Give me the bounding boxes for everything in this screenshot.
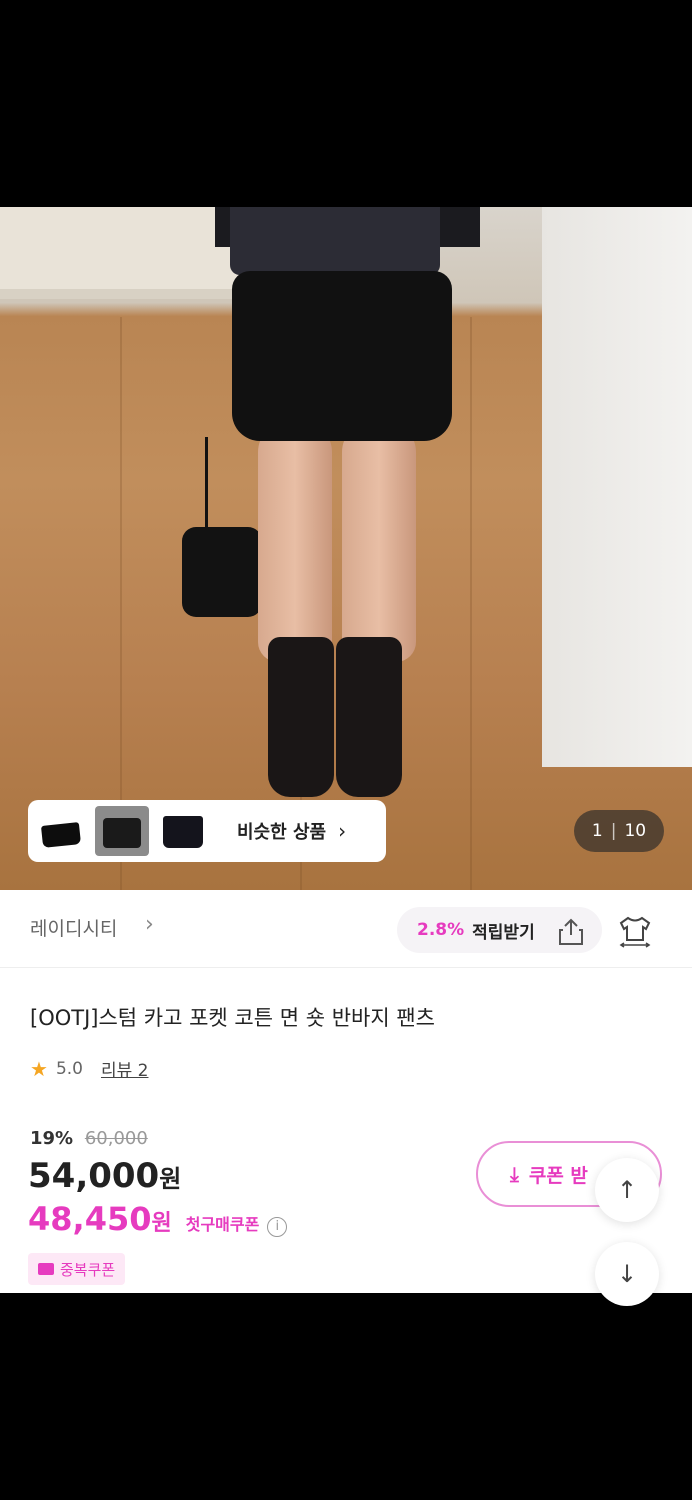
tshirt-icon[interactable]: [617, 914, 653, 950]
coupon-price: 48,450 원 첫구매쿠폰 i: [28, 1200, 288, 1238]
coupon-price-value: 48,450: [28, 1200, 152, 1238]
shorts-figure: [232, 271, 452, 441]
counter-current: 1: [591, 821, 603, 841]
duplicate-coupon-label: 중복쿠폰: [60, 1260, 116, 1279]
ticket-icon: [38, 1263, 54, 1275]
first-purchase-coupon-label: 첫구매쿠폰: [185, 1215, 260, 1234]
counter-total: 10: [624, 821, 647, 841]
info-icon[interactable]: i: [267, 1217, 288, 1237]
duplicate-coupon-badge: 중복쿠폰: [28, 1253, 126, 1285]
store-name[interactable]: 레이디시티: [30, 914, 117, 941]
similar-thumb: [156, 806, 210, 856]
points-rate: 2.8%: [417, 920, 465, 940]
original-price: 60,000: [84, 1128, 148, 1149]
counter-separator: |: [610, 821, 617, 841]
similar-label: 비슷한 상품: [237, 822, 327, 843]
similar-products-chip[interactable]: 비슷한 상품 ›: [28, 800, 386, 862]
coupon-price-unit: 원: [151, 1211, 172, 1236]
sale-price: 54,000원: [28, 1156, 181, 1196]
arrow-down-icon: ↓: [616, 1260, 638, 1288]
arrow-up-icon: ↑: [616, 1176, 638, 1204]
product-title: [OOTJ]스텀 카고 포켓 코튼 면 숏 반바지 팬츠: [30, 1006, 435, 1030]
chevron-right-icon: ›: [338, 819, 347, 843]
image-counter: 1 | 10: [574, 810, 664, 852]
sale-price-unit: 원: [159, 1165, 182, 1193]
discount-percent: 19%: [30, 1128, 74, 1149]
share-icon[interactable]: [558, 918, 584, 946]
scroll-bottom-button[interactable]: ↓: [595, 1242, 659, 1306]
download-icon: ⤓: [510, 1162, 519, 1186]
star-icon: ★: [30, 1056, 48, 1081]
scroll-top-button[interactable]: ↑: [595, 1158, 659, 1222]
review-link[interactable]: 리뷰 2: [101, 1056, 149, 1081]
product-image[interactable]: [0, 207, 692, 890]
store-row: 레이디시티 › 2.8% 적립받기: [0, 890, 692, 968]
background-sofa: [0, 207, 245, 299]
points-label: 적립받기: [472, 922, 535, 943]
discount-row: 19% 60,000: [30, 1128, 148, 1149]
rating-row: ★ 5.0 리뷰 2: [30, 1056, 149, 1082]
background-wall: [542, 207, 692, 767]
screen: 비슷한 상품 › 1 | 10 레이디시티 › 2.8% 적립받기 [OOTJ]…: [0, 0, 692, 1500]
chevron-right-icon[interactable]: ›: [145, 912, 154, 937]
get-coupon-label: 쿠폰 받: [528, 1164, 588, 1187]
product-info: 레이디시티 › 2.8% 적립받기 [OOTJ]스텀 카고 포켓 코튼 면 숏 …: [0, 890, 692, 1306]
similar-thumb: [95, 806, 149, 856]
sale-price-value: 54,000: [28, 1156, 160, 1196]
rating-score: 5.0: [55, 1058, 83, 1079]
similar-thumb: [34, 806, 88, 856]
